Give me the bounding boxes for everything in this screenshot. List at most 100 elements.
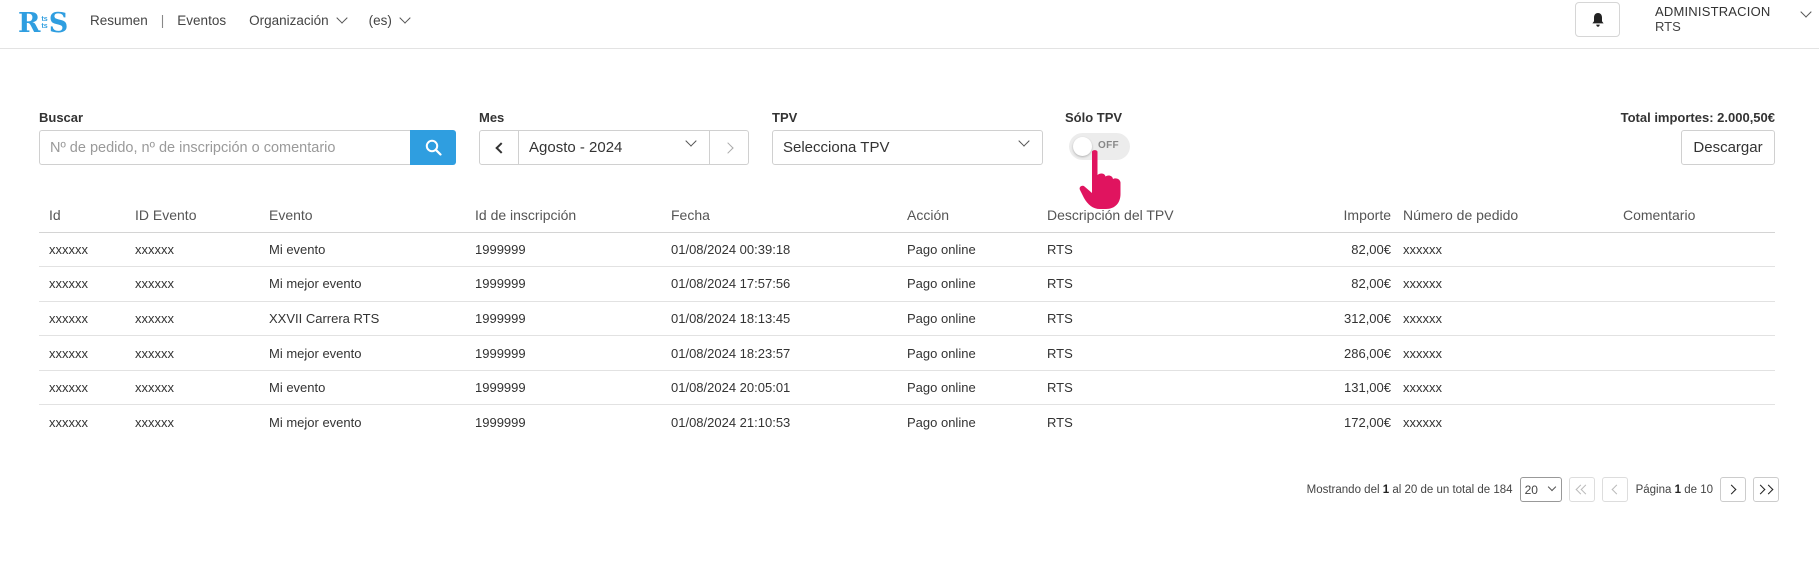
table-cell: 312,00€ xyxy=(1283,301,1403,337)
showing-al: al xyxy=(1392,483,1402,496)
table-cell xyxy=(1623,335,1775,371)
table-cell: RTS xyxy=(1047,232,1283,268)
chevron-down-icon xyxy=(685,135,697,147)
chevron-down-icon xyxy=(1018,135,1030,147)
prev-page-button[interactable] xyxy=(1601,477,1628,502)
table-cell: RTS xyxy=(1047,415,1073,431)
column-header: Acción xyxy=(907,198,1047,233)
search-button[interactable] xyxy=(410,130,456,165)
chevron-down-icon xyxy=(1547,482,1556,492)
table-cell: xxxxxx xyxy=(1403,266,1623,302)
table-cell: XXVII Carrera RTS xyxy=(269,301,475,337)
table-cell: Pago online xyxy=(907,301,1047,337)
language-dropdown[interactable]: (es) xyxy=(368,12,411,28)
column-header: Id de inscripción xyxy=(475,198,671,233)
logo-middle: ts ts xyxy=(41,16,47,30)
month-prev-button[interactable] xyxy=(479,130,519,165)
first-page-button[interactable] xyxy=(1568,477,1595,502)
tpv-label: TPV xyxy=(772,110,798,125)
search-input[interactable] xyxy=(39,130,410,165)
next-page-button[interactable] xyxy=(1720,477,1746,502)
table-row[interactable]: xxxxxx xxxxxx Mi mejor evento 1999999 01/08/… xyxy=(39,405,1775,440)
chevron-right-icon xyxy=(721,141,734,154)
month-label: Mes xyxy=(479,110,505,125)
table-cell: 01/08/2024 18:13:45 xyxy=(671,301,907,337)
table-cell: xxxxxx xyxy=(135,266,269,302)
table-cell: Pago online xyxy=(907,232,1047,268)
language-label: (es) xyxy=(368,13,392,28)
column-header: Evento xyxy=(269,198,475,233)
table-cell: 01/08/2024 21:10:53 xyxy=(671,415,791,431)
table-cell: 172,00€ xyxy=(1344,415,1391,431)
table-cell xyxy=(1623,266,1775,302)
pagination: Mostrando del 1 al 20 de un total de 184… xyxy=(1307,477,1779,502)
month-select-value: Agosto - 2024 xyxy=(529,139,623,156)
table-cell: 1999999 xyxy=(475,335,671,371)
hand-pointer-icon xyxy=(1079,150,1121,209)
table-cell: xxxxxx xyxy=(1403,335,1623,371)
total-pages: 10 xyxy=(1700,483,1713,496)
chevron-down-icon[interactable] xyxy=(1800,6,1812,18)
table-row[interactable]: xxxxxx xxxxxx Mi mejor evento 1999999 01/08/… xyxy=(39,266,1775,302)
table-cell: RTS xyxy=(1047,370,1283,406)
table-cell: Pago online xyxy=(907,415,976,431)
user-menu[interactable]: ADMINISTRACION RTS xyxy=(1655,4,1770,34)
top-bar: R ts ts S Resumen | Eventos Organización… xyxy=(0,0,1819,49)
table-row[interactable]: xxxxxx xxxxxx Mi mejor evento 1999999 01/08/… xyxy=(39,335,1775,371)
chevron-left-icon xyxy=(1611,484,1622,495)
table-cell: xxxxxx xyxy=(135,301,269,337)
table-cell: xxxxxx xyxy=(39,335,135,371)
table-cell: Mi evento xyxy=(269,370,475,406)
nav-resumen[interactable]: Resumen xyxy=(90,13,148,28)
main-nav: Resumen | Eventos Organización (es) xyxy=(90,12,411,28)
table-cell: RTS xyxy=(1047,301,1283,337)
table-cell: 82,00€ xyxy=(1283,232,1403,268)
per-page-select[interactable]: 20 xyxy=(1519,477,1562,502)
table-cell: Pago online xyxy=(907,335,1047,371)
table-cell xyxy=(1623,370,1775,406)
table-cell: xxxxxx xyxy=(1403,232,1623,268)
column-header: Importe xyxy=(1283,198,1403,233)
tpv-select[interactable]: Selecciona TPV xyxy=(772,130,1043,165)
page-of: de xyxy=(1684,483,1697,496)
nav-organizacion-dropdown[interactable]: Organización xyxy=(249,12,348,28)
double-chevron-left-icon xyxy=(1574,484,1591,495)
column-header: Número de pedido xyxy=(1403,198,1623,233)
search-label: Buscar xyxy=(39,110,84,125)
table-cell: RTS xyxy=(1047,266,1283,302)
table-cell: 01/08/2024 18:23:57 xyxy=(671,335,907,371)
notifications-button[interactable] xyxy=(1575,2,1620,37)
table-cell: 01/08/2024 20:05:01 xyxy=(671,370,907,406)
column-header: Fecha xyxy=(671,198,907,233)
table-cell: xxxxxx xyxy=(135,232,269,268)
pagination-summary: Mostrando del 1 al 20 de un total de 184 xyxy=(1307,484,1513,496)
last-page-button[interactable] xyxy=(1753,477,1779,502)
table-cell: xxxxxx xyxy=(49,415,88,431)
table-cell: xxxxxx xyxy=(1403,370,1623,406)
chevron-down-icon xyxy=(335,12,348,24)
table-cell xyxy=(1623,301,1775,337)
page-prefix: Página xyxy=(1635,483,1672,496)
column-header: Id xyxy=(39,198,135,233)
page-indicator: Página 1 de 10 xyxy=(1636,484,1713,496)
nav-eventos[interactable]: Eventos xyxy=(177,13,226,28)
table-cell: xxxxxx xyxy=(39,232,135,268)
tpv-select-value: Selecciona TPV xyxy=(783,139,890,156)
chevron-right-icon xyxy=(1726,484,1737,495)
logo-letter-s: S xyxy=(48,7,69,39)
table-cell: 131,00€ xyxy=(1283,370,1403,406)
table-row[interactable]: xxxxxx xxxxxx XXVII Carrera RTS 1999999 01/0… xyxy=(39,301,1775,337)
rts-logo[interactable]: R ts ts S xyxy=(18,8,68,38)
table-cell: 82,00€ xyxy=(1283,266,1403,302)
table-cell: 1999999 xyxy=(475,370,671,406)
table-cell: 1999999 xyxy=(475,266,671,302)
table-row[interactable]: xxxxxx xxxxxx Mi evento 1999999 01/08/2024 0… xyxy=(39,232,1775,268)
month-select[interactable]: Agosto - 2024 xyxy=(519,130,709,165)
column-header: ID Evento xyxy=(135,198,269,233)
month-next-button[interactable] xyxy=(709,130,749,165)
solo-tpv-label: Sólo TPV xyxy=(1065,110,1123,125)
table-cell: xxxxxx xyxy=(1403,301,1623,337)
table-cell: Pago online xyxy=(907,370,1047,406)
download-button[interactable]: Descargar xyxy=(1681,130,1775,165)
table-row[interactable]: xxxxxx xxxxxx Mi evento 1999999 01/08/2024 2… xyxy=(39,370,1775,406)
